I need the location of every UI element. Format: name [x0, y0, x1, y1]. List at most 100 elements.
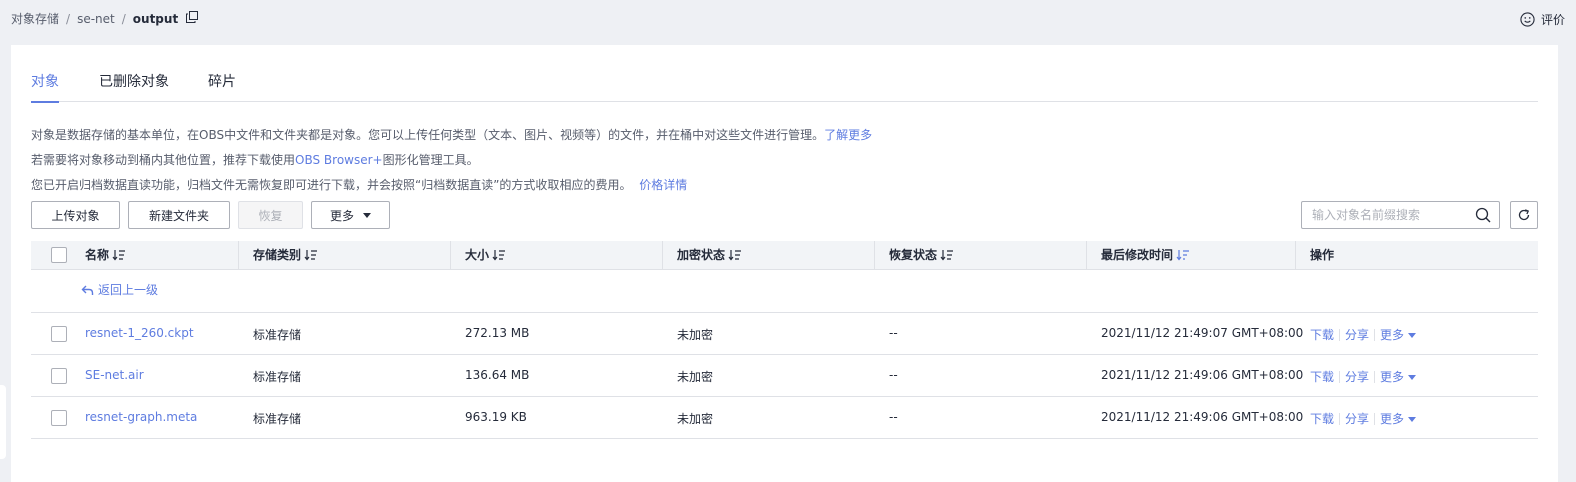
- encryption-cell: 未加密: [677, 328, 714, 342]
- more-actions-link[interactable]: 更多: [1380, 368, 1417, 385]
- obs-browser-link[interactable]: OBS Browser+: [295, 153, 383, 167]
- action-divider: [1374, 328, 1376, 341]
- column-size-label: 大小: [465, 248, 490, 262]
- column-storage-class[interactable]: 存储类别: [253, 241, 318, 269]
- copy-icon[interactable]: [186, 10, 199, 23]
- row-checkbox[interactable]: [51, 326, 67, 342]
- download-link[interactable]: 下载: [1310, 326, 1334, 343]
- download-link[interactable]: 下载: [1310, 368, 1334, 385]
- back-row: 返回上一级: [31, 270, 1538, 313]
- modified-cell: 2021/11/12 21:49:07 GMT+08:00: [1101, 326, 1304, 340]
- smile-icon: [1520, 12, 1535, 27]
- breadcrumb: 对象存储 / se-net / output: [11, 10, 199, 27]
- sort-icon: [492, 250, 506, 261]
- back-arrow-icon: [81, 285, 94, 295]
- caret-down-icon: [363, 212, 371, 218]
- restore-button[interactable]: 恢复: [238, 201, 303, 229]
- action-divider: [1339, 412, 1341, 425]
- more-dropdown-button[interactable]: 更多: [311, 201, 390, 229]
- encryption-cell: 未加密: [677, 370, 714, 384]
- more-actions-link[interactable]: 更多: [1380, 326, 1417, 343]
- column-restore-status[interactable]: 恢复状态: [889, 241, 954, 269]
- column-restore-status-label: 恢复状态: [889, 248, 938, 262]
- row-actions: 下载 分享 更多: [1310, 410, 1417, 427]
- info-text-3: 您已开启归档数据直读功能，归档文件无需恢复即可进行下载，并会按照“归档数据直读”…: [31, 178, 632, 192]
- tab-objects[interactable]: 对象: [31, 72, 59, 103]
- more-actions-label: 更多: [1380, 370, 1405, 384]
- object-name-link[interactable]: resnet-graph.meta: [85, 410, 197, 424]
- row-checkbox[interactable]: [51, 368, 67, 384]
- select-all-checkbox[interactable]: [51, 247, 67, 263]
- sort-icon: [728, 250, 742, 261]
- tab-fragments[interactable]: 碎片: [208, 72, 236, 102]
- action-divider: [1339, 370, 1341, 383]
- tab-deleted-objects[interactable]: 已删除对象: [99, 72, 169, 102]
- info-text-2-prefix: 若需要将对象移动到桶内其他位置，推荐下载使用: [31, 153, 296, 167]
- column-divider: [662, 241, 663, 269]
- upload-object-button[interactable]: 上传对象: [31, 201, 120, 229]
- restore-status-cell: --: [889, 326, 898, 340]
- column-modified-label: 最后修改时间: [1101, 248, 1174, 262]
- more-actions-label: 更多: [1380, 328, 1405, 342]
- restore-status-cell: --: [889, 368, 898, 382]
- side-drawer-handle[interactable]: [0, 385, 6, 459]
- row-actions: 下载 分享 更多: [1310, 326, 1417, 343]
- refresh-button[interactable]: [1510, 201, 1538, 229]
- size-cell: 272.13 MB: [465, 326, 530, 340]
- breadcrumb-root[interactable]: 对象存储: [11, 10, 59, 27]
- modified-cell: 2021/11/12 21:49:06 GMT+08:00: [1101, 410, 1304, 424]
- column-actions: 操作: [1310, 248, 1335, 262]
- more-actions-link[interactable]: 更多: [1380, 410, 1417, 427]
- object-name-link[interactable]: resnet-1_260.ckpt: [85, 326, 194, 340]
- download-link[interactable]: 下载: [1310, 410, 1334, 427]
- sort-icon: [112, 250, 126, 261]
- share-link[interactable]: 分享: [1345, 326, 1369, 343]
- tab-bar: 对象 已删除对象 碎片: [31, 72, 1538, 103]
- back-label: 返回上一级: [98, 283, 159, 297]
- object-name-link[interactable]: SE-net.air: [85, 368, 144, 382]
- column-divider: [238, 241, 239, 269]
- info-text-2-suffix: 图形化管理工具。: [382, 153, 479, 167]
- action-divider: [1374, 412, 1376, 425]
- column-size[interactable]: 大小: [465, 241, 506, 269]
- table-row: SE-net.air 标准存储 136.64 MB 未加密 -- 2021/11…: [31, 355, 1538, 397]
- column-divider: [1295, 241, 1296, 269]
- row-checkbox[interactable]: [51, 410, 67, 426]
- search-icon[interactable]: [1475, 207, 1491, 223]
- column-storage-class-label: 存储类别: [253, 248, 302, 262]
- share-link[interactable]: 分享: [1345, 410, 1369, 427]
- search-box: [1301, 201, 1500, 229]
- more-actions-label: 更多: [1380, 412, 1405, 426]
- restore-status-cell: --: [889, 410, 898, 424]
- breadcrumb-separator: /: [121, 11, 126, 26]
- caret-down-icon: [1408, 333, 1417, 338]
- more-label: 更多: [329, 208, 354, 223]
- new-folder-button[interactable]: 新建文件夹: [128, 201, 230, 229]
- learn-more-link[interactable]: 了解更多: [824, 128, 872, 142]
- search-input[interactable]: [1302, 202, 1462, 228]
- info-line-2: 若需要将对象移动到桶内其他位置，推荐下载使用OBS Browser+图形化管理工…: [31, 151, 479, 168]
- main-panel: 对象 已删除对象 碎片 对象是数据存储的基本单位，在OBS中文件和文件夹都是对象…: [11, 45, 1558, 482]
- table-row: resnet-1_260.ckpt 标准存储 272.13 MB 未加密 -- …: [31, 313, 1538, 355]
- table-header: 名称 存储类别 大小 加密状态 恢复状态 最后修改时间 操作: [31, 241, 1538, 270]
- caret-down-icon: [1408, 375, 1417, 380]
- column-modified[interactable]: 最后修改时间: [1101, 241, 1190, 269]
- feedback-button[interactable]: 评价: [1520, 11, 1565, 28]
- price-details-link[interactable]: 价格详情: [639, 178, 687, 192]
- column-encryption-label: 加密状态: [677, 248, 726, 262]
- share-link[interactable]: 分享: [1345, 368, 1369, 385]
- storage-class-cell: 标准存储: [253, 328, 302, 342]
- size-cell: 963.19 KB: [465, 410, 527, 424]
- modified-cell: 2021/11/12 21:49:06 GMT+08:00: [1101, 368, 1304, 382]
- sort-icon: [304, 250, 318, 261]
- column-divider: [450, 241, 451, 269]
- back-to-parent-link[interactable]: 返回上一级: [81, 281, 158, 298]
- breadcrumb-separator: /: [66, 11, 71, 26]
- column-name-label: 名称: [85, 248, 110, 262]
- breadcrumb-bucket[interactable]: se-net: [77, 12, 115, 26]
- action-divider: [1374, 370, 1376, 383]
- feedback-label: 评价: [1540, 13, 1565, 27]
- column-name[interactable]: 名称: [85, 241, 126, 269]
- storage-class-cell: 标准存储: [253, 370, 302, 384]
- column-encryption[interactable]: 加密状态: [677, 241, 742, 269]
